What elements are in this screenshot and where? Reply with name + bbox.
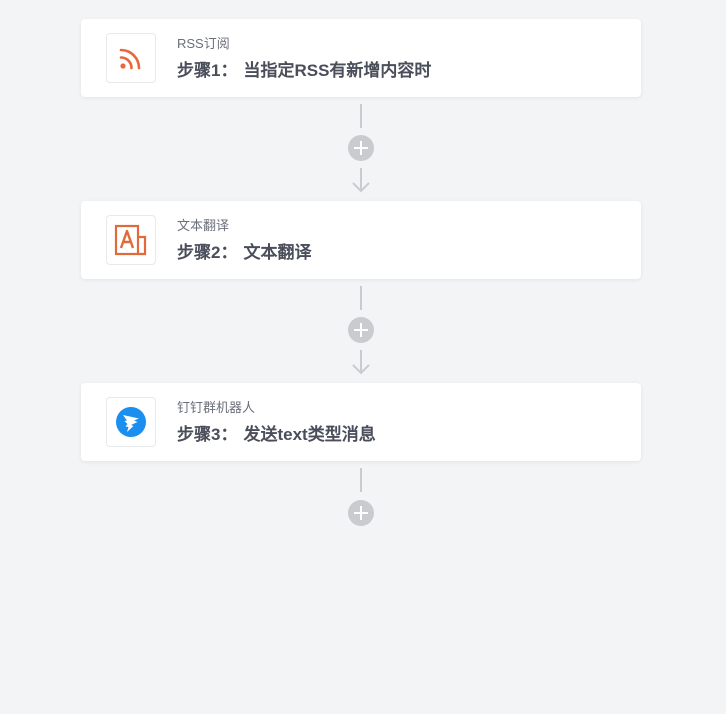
step-title: 步骤1： 当指定RSS有新增内容时 [177, 60, 431, 82]
step-title: 步骤2： 文本翻译 [177, 242, 311, 264]
add-step-button[interactable] [348, 317, 374, 343]
step-description: 发送text类型消息 [243, 425, 376, 444]
step-separator: ： [220, 61, 238, 80]
step-separator: ： [220, 425, 238, 444]
step-label: 步骤2 [177, 243, 221, 262]
step-label: 步骤3 [177, 425, 221, 444]
workflow-step-3-card[interactable]: 钉钉群机器人 步骤3： 发送text类型消息 [81, 383, 641, 461]
step-app-name: RSS订阅 [177, 36, 230, 51]
step-connector-2 [347, 286, 375, 378]
connector-line [360, 104, 362, 128]
connector-line [360, 468, 362, 492]
step-separator: ： [220, 243, 238, 262]
arrow-down-icon [352, 350, 370, 375]
connector-line [360, 286, 362, 310]
step-description: 文本翻译 [243, 243, 312, 262]
translate-icon [114, 224, 147, 256]
dingtalk-app-icon-box [106, 397, 156, 447]
add-step-button[interactable] [348, 135, 374, 161]
translate-app-icon-box [106, 215, 156, 265]
workflow-step-1-card[interactable]: RSS订阅 步骤1： 当指定RSS有新增内容时 [81, 19, 641, 97]
dingtalk-icon [116, 407, 146, 437]
step-title: 步骤3： 发送text类型消息 [177, 424, 376, 446]
arrow-down-icon [352, 168, 370, 193]
rss-icon [119, 48, 141, 70]
step-connector-1 [347, 104, 375, 196]
step-description: 当指定RSS有新增内容时 [243, 61, 432, 80]
step-label: 步骤1 [177, 61, 221, 80]
step-app-name: 文本翻译 [177, 218, 230, 233]
step-connector-3 [347, 468, 375, 528]
add-step-button[interactable] [348, 500, 374, 526]
step-app-name: 钉钉群机器人 [177, 400, 256, 415]
workflow-step-2-card[interactable]: 文本翻译 步骤2： 文本翻译 [81, 201, 641, 279]
rss-app-icon-box [106, 33, 156, 83]
